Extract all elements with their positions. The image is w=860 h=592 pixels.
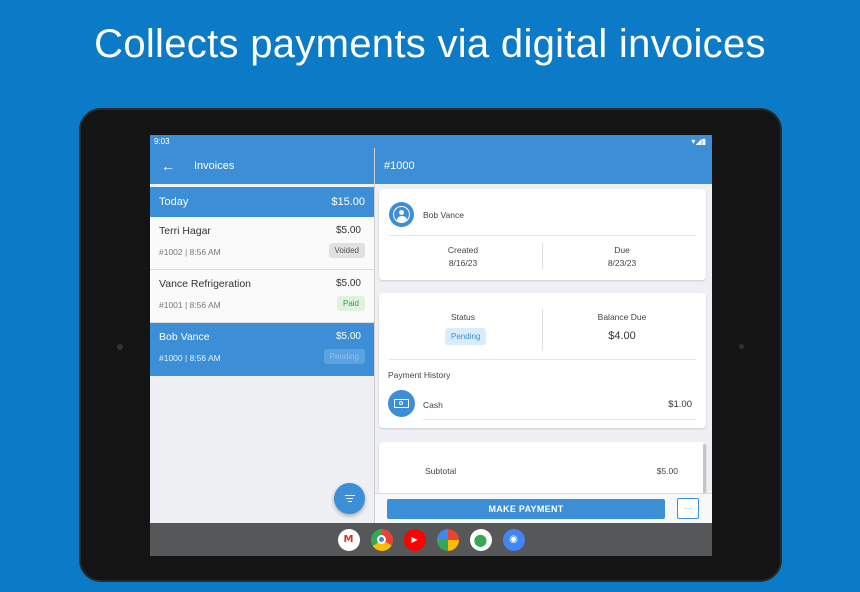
customer-card: Bob Vance Created 8/16/23 Due 8/23/23 (379, 189, 706, 280)
status-label: Status (450, 312, 476, 322)
chrome-icon[interactable] (370, 528, 393, 551)
invoice-detail-pane: #1000 Bob Vance Created 8/16/23 Due 8/23… (375, 148, 712, 523)
payment-status-card: Status Pending Balance Due $4.00 Payment… (379, 293, 706, 428)
created-value: 8/16/23 (448, 258, 478, 268)
payment-history-label: Payment History (388, 370, 451, 380)
filter-icon (344, 493, 355, 504)
app-dock: M ▶ ⬤ ◉ (150, 523, 712, 556)
invoice-row-1001[interactable]: Vance Refrigeration $5.00 #1001 | 8:56 A… (150, 270, 374, 323)
group-label: Today (159, 196, 189, 208)
invoice-list-header: ← Invoices (150, 148, 374, 184)
invoice-meta: #1001 | 8:56 AM (159, 300, 221, 310)
youtube-icon[interactable]: ▶ (403, 528, 426, 551)
subtotal-label: Subtotal (425, 466, 457, 476)
customer-name[interactable]: Bob Vance (423, 210, 464, 220)
camera-icon[interactable]: ◉ (502, 528, 525, 551)
invoice-list-pane: ← Invoices Today $15.00 Terri Hagar $5.0… (150, 148, 374, 523)
action-bar: MAKE PAYMENT ··· (375, 493, 712, 523)
invoice-amount: $5.00 (335, 278, 361, 289)
invoice-row-1002[interactable]: Terri Hagar $5.00 #1002 | 8:56 AM Voided (150, 217, 374, 270)
invoice-amount: $5.00 (335, 225, 361, 236)
balance-due-value: $4.00 (608, 330, 636, 342)
due-label: Due (614, 245, 630, 255)
status-badge: Voided (328, 243, 365, 258)
invoice-meta: #1000 | 8:56 AM (159, 353, 221, 363)
invoice-customer: Terri Hagar (159, 225, 211, 237)
invoice-customer: Bob Vance (159, 331, 210, 343)
cash-icon (388, 390, 415, 417)
status-time: 9:03 (154, 137, 170, 146)
subtotal-value: $5.00 (656, 466, 678, 476)
scrollbar[interactable] (703, 444, 706, 500)
balance-due-label: Balance Due (597, 312, 647, 322)
payment-method: Cash (423, 400, 443, 410)
photos-icon[interactable] (436, 528, 459, 551)
invoice-customer: Vance Refrigeration (159, 278, 252, 290)
divider (423, 419, 696, 420)
group-total: $15.00 (331, 196, 365, 208)
signal-battery-icon: ▾◢▮ (691, 137, 706, 146)
date-group-header: Today $15.00 (150, 187, 374, 217)
invoice-number-title: #1000 (384, 160, 415, 172)
invoice-list-title: Invoices (194, 160, 235, 172)
sensor-dot (739, 344, 744, 349)
status-badge: Pending (323, 349, 365, 364)
status-badge: Paid (336, 296, 365, 311)
customer-avatar-icon (389, 202, 414, 227)
camera-dot (117, 344, 123, 350)
invoice-amount: $5.00 (335, 331, 361, 342)
divider (389, 359, 696, 360)
make-payment-button[interactable]: MAKE PAYMENT (387, 499, 665, 519)
more-options-button[interactable]: ··· (677, 498, 699, 519)
maps-icon[interactable]: ⬤ (469, 528, 492, 551)
device-screen: 9:03 ▾◢▮ ← Invoices Today $15.00 Terri H… (150, 135, 712, 556)
invoice-meta: #1002 | 8:56 AM (159, 247, 221, 257)
payment-amount: $1.00 (668, 399, 692, 410)
back-arrow-icon[interactable]: ← (150, 158, 186, 174)
status-bar: 9:03 ▾◢▮ (150, 135, 712, 148)
headline: Collects payments via digital invoices (94, 22, 766, 66)
due-value: 8/23/23 (607, 258, 637, 268)
filter-fab-button[interactable] (334, 483, 365, 514)
status-badge: Pending (445, 328, 487, 345)
tablet-frame: 9:03 ▾◢▮ ← Invoices Today $15.00 Terri H… (79, 108, 782, 582)
created-label: Created (447, 245, 479, 255)
divider (389, 235, 696, 236)
invoice-detail-header: #1000 (375, 148, 712, 184)
gmail-icon[interactable]: M (337, 528, 360, 551)
invoice-row-1000[interactable]: Bob Vance $5.00 #1000 | 8:56 AM Pending (150, 323, 374, 376)
